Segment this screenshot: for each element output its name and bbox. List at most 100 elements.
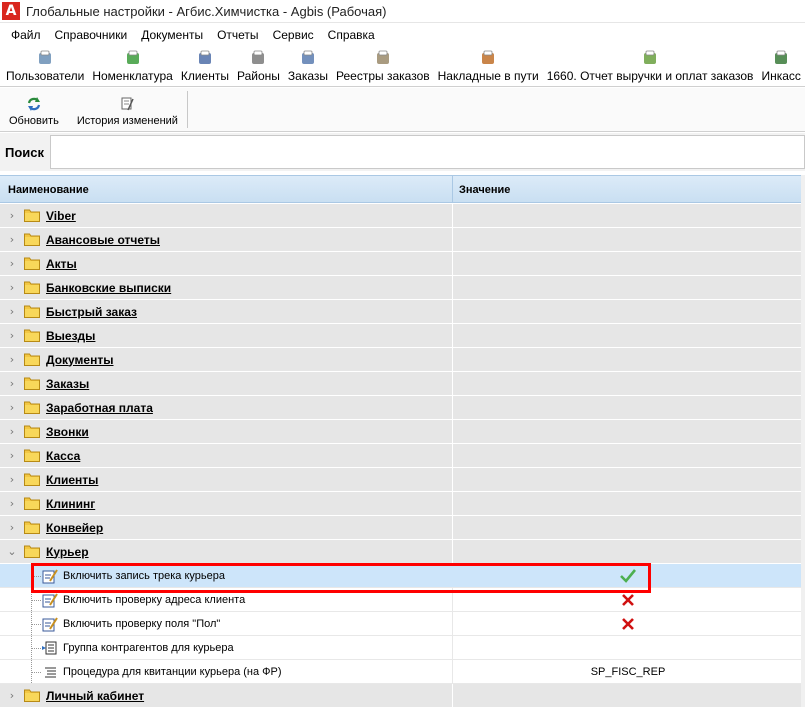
toolbar-button[interactable]: Районы	[233, 49, 284, 86]
tree-group-row[interactable]: › Заработная плата	[0, 396, 805, 420]
chevron-right-icon[interactable]: ›	[4, 425, 20, 438]
group-label: Viber	[46, 208, 76, 223]
tree-connector	[31, 672, 41, 673]
name-cell: › Конвейер	[0, 516, 453, 539]
menu-item[interactable]: Файл	[4, 28, 48, 42]
toolbar-button[interactable]: Заказы	[284, 49, 332, 86]
menu-bar: Файл Справочники Документы Отчеты Сервис Спра…	[0, 24, 805, 46]
group-label: Курьер	[46, 544, 89, 559]
main-toolbar: Пользователи Номенклатура Клиенты Районы Зак…	[0, 47, 805, 87]
toolbar-button-label: Клиенты	[180, 69, 229, 83]
refresh-icon	[27, 97, 40, 111]
toolbar-button[interactable]: Клиенты	[177, 49, 233, 86]
tree-group-row[interactable]: › Авансовые отчеты	[0, 228, 805, 252]
value-cell	[453, 348, 803, 371]
chevron-right-icon[interactable]: ›	[4, 377, 20, 390]
toolbar-button[interactable]: 1660. Отчет выручки и оплат заказов	[543, 49, 758, 86]
column-header-value[interactable]: Значение	[453, 176, 803, 202]
value-cell	[453, 276, 803, 299]
name-cell: Процедура для квитанции курьера (на ФР)	[0, 660, 453, 683]
value-cell	[453, 204, 803, 227]
cross-icon	[622, 617, 634, 630]
tree-group-row[interactable]: › Клининг	[0, 492, 805, 516]
tree-group-row[interactable]: › Конвейер	[0, 516, 805, 540]
scrollbar-track[interactable]	[801, 175, 805, 707]
tree-group-row[interactable]: › Банковские выписки	[0, 276, 805, 300]
tree-group-row[interactable]: › Личный кабинет	[0, 684, 805, 708]
group-list-icon	[42, 641, 57, 654]
tree-connector	[31, 624, 41, 625]
toolbar-button[interactable]: Накладные в пути	[434, 49, 543, 86]
cross-icon	[622, 593, 634, 606]
search-row: Поиск	[0, 133, 805, 171]
value-cell	[453, 468, 803, 491]
menu-item[interactable]: Справка	[321, 28, 382, 42]
chevron-right-icon[interactable]: ›	[4, 233, 20, 246]
group-label: Клининг	[46, 496, 96, 511]
change-history-button[interactable]: История изменений	[68, 88, 187, 131]
refresh-button[interactable]: Обновить	[0, 88, 68, 131]
client-icon	[198, 50, 211, 64]
group-label: Звонки	[46, 424, 89, 439]
toolbar-button[interactable]: Пользователи	[2, 49, 88, 86]
tree-group-row[interactable]: › Касса	[0, 444, 805, 468]
waybill-icon	[482, 50, 495, 64]
setting-row[interactable]: Процедура для квитанции курьера (на ФР) S…	[0, 660, 805, 684]
tree-group-row[interactable]: › Заказы	[0, 372, 805, 396]
name-cell: › Звонки	[0, 420, 453, 443]
chevron-down-icon[interactable]: ⌄	[4, 545, 20, 558]
tree-group-row[interactable]: › Выезды	[0, 324, 805, 348]
tree-group-row[interactable]: › Клиенты	[0, 468, 805, 492]
tree-group-row[interactable]: › Быстрый заказ	[0, 300, 805, 324]
chevron-right-icon[interactable]: ›	[4, 329, 20, 342]
group-label: Клиенты	[46, 472, 99, 487]
menu-item[interactable]: Отчеты	[210, 28, 265, 42]
group-label: Банковские выписки	[46, 280, 172, 295]
value-cell[interactable]	[453, 564, 803, 587]
folder-icon	[24, 377, 40, 390]
order-registry-icon	[376, 50, 389, 64]
tree-group-row[interactable]: › Акты	[0, 252, 805, 276]
search-input[interactable]	[50, 135, 805, 169]
value-cell[interactable]	[453, 588, 803, 611]
setting-row[interactable]: Включить запись трека курьера	[0, 564, 805, 588]
column-header-name[interactable]: Наименование	[0, 176, 453, 202]
tree-group-row[interactable]: › Документы	[0, 348, 805, 372]
chevron-right-icon[interactable]: ›	[4, 449, 20, 462]
group-label: Выезды	[46, 328, 96, 343]
menu-item[interactable]: Документы	[134, 28, 210, 42]
chevron-right-icon[interactable]: ›	[4, 473, 20, 486]
menu-item[interactable]: Сервис	[266, 28, 321, 42]
chevron-right-icon[interactable]: ›	[4, 689, 20, 702]
chevron-right-icon[interactable]: ›	[4, 497, 20, 510]
toolbar-button[interactable]: Инкасс	[757, 49, 804, 86]
chevron-right-icon[interactable]: ›	[4, 521, 20, 534]
tree-group-row[interactable]: › Звонки	[0, 420, 805, 444]
menu-item[interactable]: Справочники	[48, 28, 135, 42]
toolbar-button[interactable]: Номенклатура	[88, 49, 177, 86]
folder-icon	[24, 305, 40, 318]
chevron-right-icon[interactable]: ›	[4, 401, 20, 414]
setting-row[interactable]: Включить проверку поля "Пол"	[0, 612, 805, 636]
name-cell: › Документы	[0, 348, 453, 371]
collection-icon	[775, 50, 788, 64]
name-cell: › Выезды	[0, 324, 453, 347]
value-cell[interactable]	[453, 636, 803, 659]
app-logo-icon: A	[2, 2, 20, 20]
chevron-right-icon[interactable]: ›	[4, 281, 20, 294]
chevron-right-icon[interactable]: ›	[4, 209, 20, 222]
chevron-right-icon[interactable]: ›	[4, 353, 20, 366]
setting-row[interactable]: Группа контрагентов для курьера	[0, 636, 805, 660]
setting-row[interactable]: Включить проверку адреса клиента	[0, 588, 805, 612]
folder-icon	[24, 281, 40, 294]
tree-group-row[interactable]: › Viber	[0, 204, 805, 228]
chevron-right-icon[interactable]: ›	[4, 257, 20, 270]
folder-icon	[24, 209, 40, 222]
chevron-right-icon[interactable]: ›	[4, 305, 20, 318]
value-cell[interactable]: SP_FISC_REP	[453, 660, 803, 683]
toolbar-button[interactable]: Реестры заказов	[332, 49, 434, 86]
value-cell[interactable]	[453, 612, 803, 635]
search-label: Поиск	[5, 144, 45, 160]
tree-group-row[interactable]: ⌄ Курьер	[0, 540, 805, 564]
tree-connector	[31, 600, 41, 601]
